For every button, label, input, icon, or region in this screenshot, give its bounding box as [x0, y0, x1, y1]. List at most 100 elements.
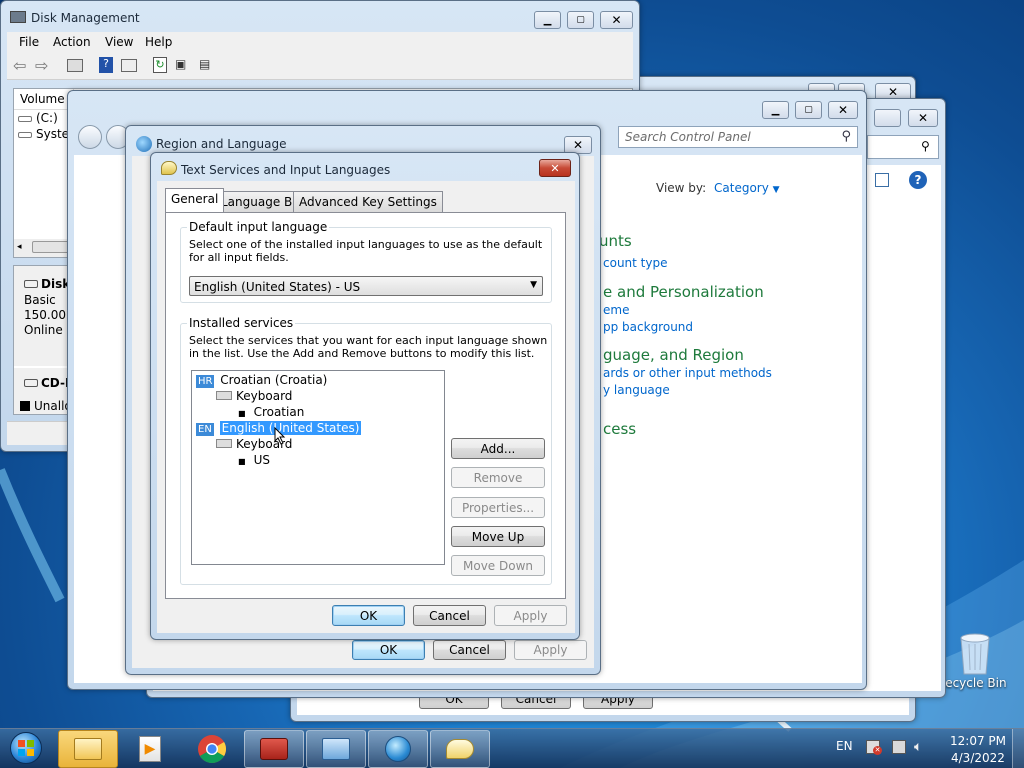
- properties-button[interactable]: Properties...: [451, 497, 545, 518]
- network-icon[interactable]: [892, 740, 906, 754]
- minimize-button[interactable]: ▁: [534, 11, 561, 29]
- search-box[interactable]: Search Control Panel ⚲: [618, 126, 858, 148]
- drive-icon: [18, 132, 32, 138]
- tab-advanced-key-settings[interactable]: Advanced Key Settings: [293, 191, 443, 212]
- volume-c[interactable]: (C:): [18, 111, 58, 125]
- taskbar-explorer[interactable]: [58, 730, 118, 768]
- view-by-dropdown[interactable]: Category ▼: [714, 181, 780, 195]
- search-icon[interactable]: ⚲: [921, 139, 930, 153]
- apply-button[interactable]: Apply: [494, 605, 567, 626]
- maximize-button[interactable]: ▢: [795, 101, 822, 119]
- menu-view[interactable]: View: [105, 35, 133, 49]
- close-button[interactable]: ✕: [600, 11, 633, 29]
- close-icon: ✕: [572, 138, 584, 152]
- disk-type: Basic: [24, 293, 56, 307]
- menu-action[interactable]: Action: [53, 35, 91, 49]
- cdrom-unallocated: Unallo: [20, 399, 72, 413]
- layout-icon[interactable]: [875, 173, 889, 187]
- chevron-down-icon: ▼: [530, 280, 537, 290]
- section-user-accounts[interactable]: unts: [599, 232, 632, 250]
- action-center-icon[interactable]: ✕: [866, 740, 882, 755]
- clock-time[interactable]: 12:07 PM: [950, 734, 1006, 748]
- services-tree[interactable]: HR Croatian (Croatia) Keyboard ■ Croatian…: [191, 370, 445, 565]
- default-language-group: Default input language Select one of the…: [180, 220, 552, 303]
- cancel-button[interactable]: Cancel: [413, 605, 486, 626]
- installed-description: Select the services that you want for ea…: [189, 334, 548, 360]
- settings-icon[interactable]: ▣: [175, 57, 191, 73]
- ok-button[interactable]: OK: [332, 605, 405, 626]
- language-indicator[interactable]: EN: [836, 739, 853, 753]
- section-ease-of-access[interactable]: cess: [603, 420, 636, 438]
- group-title: Default input language: [187, 220, 330, 234]
- maximize-button[interactable]: ▢: [567, 11, 594, 29]
- help-icon[interactable]: ?: [99, 57, 113, 73]
- start-button[interactable]: [6, 729, 46, 767]
- minimize-button[interactable]: ▁: [762, 101, 789, 119]
- section-clock-language-region[interactable]: guage, and Region: [603, 346, 744, 364]
- show-desktop-button[interactable]: [1012, 729, 1024, 768]
- disk-management-icon: [10, 11, 26, 23]
- link-display-language[interactable]: y language: [603, 383, 670, 397]
- tree-item-layout-us[interactable]: ■ US: [238, 453, 270, 467]
- move-up-button[interactable]: Move Up: [451, 526, 545, 547]
- selected-item-label: English (United States): [219, 421, 362, 435]
- close-icon: ✕: [887, 85, 899, 99]
- taskbar-chrome[interactable]: [182, 730, 242, 768]
- region-cancel-button[interactable]: Cancel: [433, 640, 506, 660]
- section-appearance[interactable]: e and Personalization: [603, 283, 764, 301]
- region-ok-button[interactable]: OK: [352, 640, 425, 660]
- scroll-left-icon: ◂: [17, 242, 22, 252]
- tree-item-keyboard-hr[interactable]: Keyboard: [216, 389, 292, 403]
- link-change-account-type[interactable]: count type: [603, 256, 667, 270]
- remove-button[interactable]: Remove: [451, 467, 545, 488]
- horizontal-scrollbar[interactable]: ◂: [14, 239, 74, 257]
- text-services-dialog: Text Services and Input Languages ✕ Gene…: [150, 152, 580, 640]
- help-icon[interactable]: ?: [909, 171, 927, 189]
- taskbar-text-services[interactable]: [430, 730, 490, 768]
- close-button[interactable]: ✕: [828, 101, 858, 119]
- group-title: Installed services: [187, 316, 296, 330]
- region-apply-button[interactable]: Apply: [514, 640, 587, 660]
- search-icon[interactable]: ⚲: [841, 129, 851, 144]
- dialog-title: Text Services and Input Languages: [181, 163, 391, 177]
- disk-name: Disk: [24, 277, 70, 291]
- close-icon: ✕: [611, 13, 622, 27]
- recycle-bin[interactable]: Recycle Bin: [937, 628, 1010, 698]
- close-icon: ✕: [837, 103, 849, 117]
- forward-arrow-icon[interactable]: ⇨: [35, 56, 48, 75]
- taskbar-region[interactable]: [368, 730, 428, 768]
- volume-icon[interactable]: 🔈︎: [914, 739, 922, 755]
- add-button[interactable]: Add...: [451, 438, 545, 459]
- tab-general[interactable]: General: [165, 188, 225, 212]
- minimize-button[interactable]: [874, 109, 901, 127]
- search-input[interactable]: Search Control Panel: [625, 130, 751, 144]
- nav-back-button[interactable]: [78, 125, 102, 149]
- taskbar-control-panel[interactable]: [306, 730, 366, 768]
- media-player-icon: ▶: [139, 736, 161, 762]
- properties-icon[interactable]: [121, 59, 137, 72]
- clock-date[interactable]: 4/3/2022: [951, 751, 1005, 765]
- refresh-icon[interactable]: ↻: [153, 57, 167, 73]
- lang-code-badge: EN: [196, 423, 214, 436]
- column-volume[interactable]: Volume: [14, 89, 74, 110]
- checklist-icon[interactable]: ▤: [199, 57, 215, 73]
- link-change-keyboards[interactable]: ards or other input methods: [603, 366, 772, 380]
- close-button[interactable]: ✕: [539, 159, 571, 177]
- menu-help[interactable]: Help: [145, 35, 172, 49]
- tree-item-layout-croatian[interactable]: ■ Croatian: [238, 405, 304, 419]
- menu-file[interactable]: File: [19, 35, 39, 49]
- speech-bubble-icon: [446, 739, 474, 759]
- move-down-button[interactable]: Move Down: [451, 555, 545, 576]
- tree-item-croatian[interactable]: HR Croatian (Croatia): [196, 373, 327, 388]
- link-desktop-background[interactable]: pp background: [603, 320, 693, 334]
- keyboard-icon: [216, 439, 232, 448]
- close-button[interactable]: ✕: [908, 109, 938, 127]
- back-arrow-icon[interactable]: ⇦: [13, 56, 26, 75]
- taskbar-media-player[interactable]: ▶: [120, 730, 180, 768]
- console-tree-icon[interactable]: [67, 59, 83, 72]
- region-globe-icon: [136, 136, 152, 152]
- taskbar-toolbox[interactable]: [244, 730, 304, 768]
- default-language-select[interactable]: English (United States) - US ▼: [189, 276, 543, 296]
- close-icon: ✕: [550, 161, 560, 175]
- link-change-theme[interactable]: eme: [603, 303, 629, 317]
